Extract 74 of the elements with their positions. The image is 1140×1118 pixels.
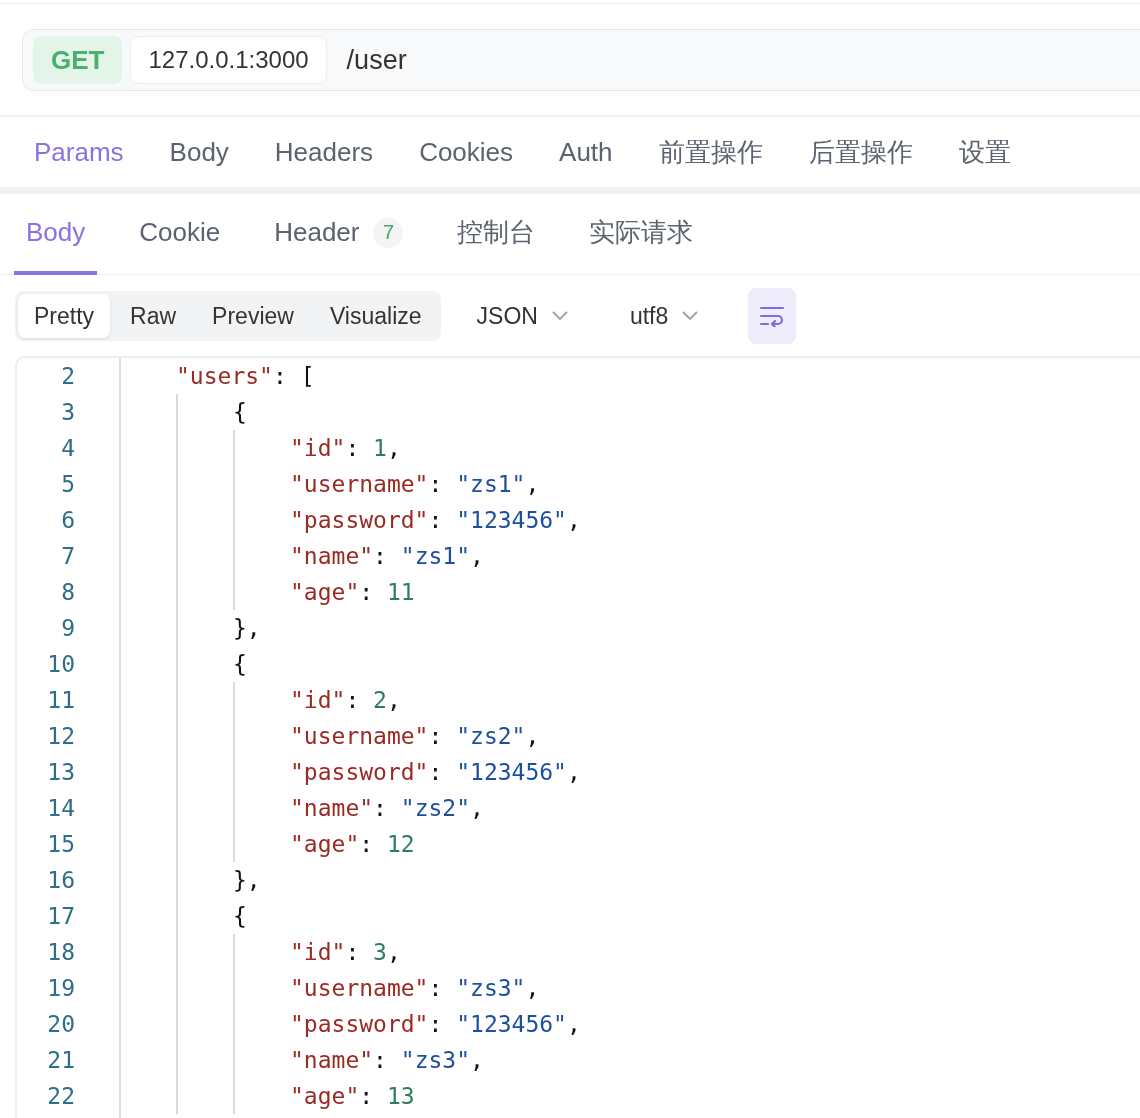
line-number: 18 bbox=[46, 939, 75, 965]
encoding-dropdown[interactable]: utf8 bbox=[629, 302, 699, 330]
line-number: 10 bbox=[46, 651, 75, 677]
tab-label: 控制台 bbox=[457, 216, 536, 249]
code-line: "username": "zs3", bbox=[290, 975, 540, 1001]
wrap-lines-button[interactable] bbox=[748, 288, 797, 344]
line-number: 11 bbox=[46, 687, 75, 713]
host-field[interactable]: 127.0.0.1:3000 bbox=[130, 36, 327, 84]
code-line: "username": "zs2", bbox=[290, 723, 540, 749]
request-tab[interactable]: Params bbox=[34, 136, 124, 168]
request-tab[interactable]: 后置操作 bbox=[808, 134, 913, 170]
line-number: 4 bbox=[60, 435, 75, 461]
view-mode-button[interactable]: Preview bbox=[196, 294, 310, 338]
chevron-down-icon bbox=[551, 311, 568, 321]
line-number: 21 bbox=[46, 1047, 75, 1073]
code-line: "age": 11 bbox=[290, 579, 415, 605]
count-badge: 7 bbox=[373, 217, 404, 248]
tab-label: Cookie bbox=[139, 217, 221, 248]
wrap-lines-icon bbox=[759, 305, 786, 327]
line-number: 8 bbox=[60, 579, 75, 605]
chevron-down-icon bbox=[682, 311, 699, 321]
request-tab[interactable]: 前置操作 bbox=[658, 134, 763, 170]
tab-label: Body bbox=[26, 217, 86, 248]
response-tab[interactable]: 控制台 bbox=[445, 194, 548, 275]
line-number: 3 bbox=[60, 399, 75, 425]
line-number: 13 bbox=[46, 759, 75, 785]
line-number: 19 bbox=[46, 975, 75, 1001]
code-line: "age": 12 bbox=[290, 831, 415, 857]
response-tab[interactable]: Cookie bbox=[127, 194, 233, 275]
code-line: }, bbox=[233, 615, 261, 641]
request-tab[interactable]: Body bbox=[169, 136, 229, 168]
code-line: { bbox=[233, 903, 247, 929]
view-mode-button[interactable]: Visualize bbox=[313, 294, 438, 338]
line-number: 22 bbox=[46, 1083, 75, 1109]
code-line: "password": "123456", bbox=[290, 1011, 581, 1037]
response-tab[interactable]: 实际请求 bbox=[577, 194, 706, 275]
format-dropdown[interactable]: JSON bbox=[476, 302, 568, 330]
line-number: 15 bbox=[46, 831, 75, 857]
line-number: 6 bbox=[60, 507, 75, 533]
view-mode-button[interactable]: Raw bbox=[114, 294, 193, 338]
code-line: "password": "123456", bbox=[290, 507, 581, 533]
response-tab[interactable]: Body bbox=[14, 194, 98, 275]
code-line: "name": "zs1", bbox=[290, 543, 484, 569]
code-line: "id": 2, bbox=[290, 687, 401, 713]
code-line: { bbox=[233, 399, 247, 425]
view-mode-button[interactable]: Pretty bbox=[18, 294, 111, 338]
code-line: { bbox=[233, 651, 247, 677]
line-number: 9 bbox=[60, 615, 75, 641]
line-number: 17 bbox=[46, 903, 75, 929]
code-line: "password": "123456", bbox=[290, 759, 581, 785]
code-line: "users": [ bbox=[176, 363, 315, 389]
line-number: 20 bbox=[46, 1011, 75, 1037]
request-tab[interactable]: Headers bbox=[274, 136, 374, 168]
request-tab[interactable]: Auth bbox=[559, 136, 613, 168]
line-number: 2 bbox=[60, 363, 75, 389]
code-line: }, bbox=[233, 867, 261, 893]
request-tab[interactable]: 设置 bbox=[958, 134, 1011, 170]
code-line: "name": "zs2", bbox=[290, 795, 484, 821]
code-line: "id": 1, bbox=[290, 435, 401, 461]
response-tab[interactable]: Header 7 bbox=[262, 194, 416, 275]
line-number: 7 bbox=[60, 543, 75, 569]
tab-label: Header bbox=[274, 217, 360, 248]
line-number: 5 bbox=[60, 471, 75, 497]
line-number: 16 bbox=[46, 867, 75, 893]
request-tab[interactable]: Cookies bbox=[419, 136, 514, 168]
path-text: /user bbox=[346, 44, 407, 76]
tab-label: 实际请求 bbox=[589, 216, 694, 249]
line-number: 12 bbox=[46, 723, 75, 749]
code-line: "name": "zs3", bbox=[290, 1047, 484, 1073]
code-line: "id": 3, bbox=[290, 939, 401, 965]
code-line: "age": 13 bbox=[290, 1083, 415, 1109]
code-line: "username": "zs1", bbox=[290, 471, 540, 497]
line-number: 14 bbox=[46, 795, 75, 821]
url-bar[interactable]: GET 127.0.0.1:3000 /user bbox=[22, 29, 1140, 91]
